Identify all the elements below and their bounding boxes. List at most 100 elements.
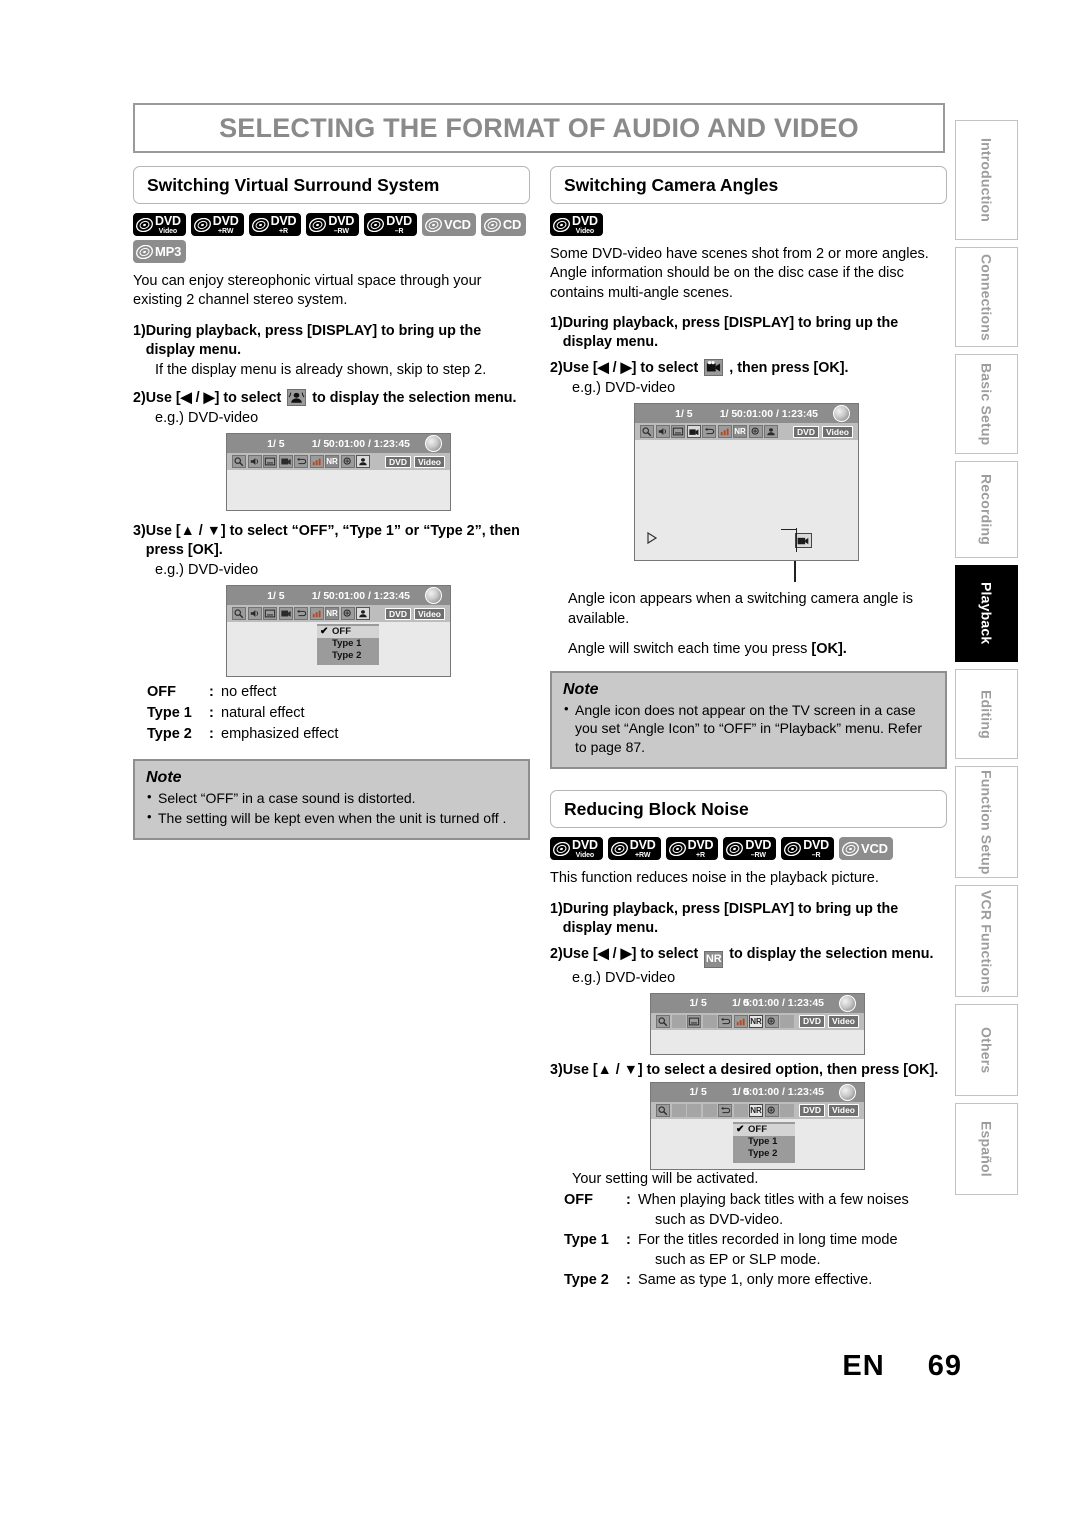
badge-dvd-plus-rw: DVD +RW — [190, 213, 244, 236]
screen-field-title: 1/ 5 — [267, 437, 285, 450]
screen-field-title: 1/ 5 — [267, 589, 285, 602]
angle-icon — [278, 607, 293, 621]
disc-icon — [193, 217, 211, 232]
tag-disc-format: Video — [828, 1104, 859, 1117]
definition-term: Type 2 — [564, 1272, 609, 1289]
screen-format-tags: DVD Video — [799, 1015, 859, 1028]
disabled-icon-slot — [671, 1014, 686, 1028]
tab-espanol[interactable]: Español — [955, 1103, 1018, 1195]
badge-top: DVD — [386, 213, 412, 228]
badge-top: DVD — [572, 837, 598, 852]
surround-definitions: OFF : no effect Type 1 : natural effect … — [147, 683, 530, 744]
badge-top: DVD — [745, 837, 772, 852]
disc-indicator-icon — [839, 1083, 856, 1101]
definition-term: OFF — [564, 1192, 593, 1209]
block-noise-step2-number: 2) — [550, 945, 563, 962]
tab-connections[interactable]: Connections — [955, 247, 1018, 347]
disc-icon — [367, 217, 385, 232]
screen-field-time: 0:01:00 / 1:23:45 — [328, 437, 410, 450]
noise-reduction-icon: NR — [749, 1103, 763, 1117]
screen-format-tags: DVD Video — [793, 425, 853, 439]
tag-disc-type: DVD — [385, 455, 411, 469]
check-icon: ✔ — [320, 626, 329, 638]
surround-step1-sub: If the display menu is already shown, sk… — [155, 361, 487, 378]
screen-field-chapter: 1/ 5 — [719, 407, 738, 420]
disc-indicator-icon — [425, 587, 442, 605]
badge-dvd-minus-rw: DVD –RW — [306, 213, 360, 236]
definition-colon: : — [209, 725, 214, 742]
zoom-icon — [748, 425, 763, 439]
definition-colon: : — [626, 1232, 631, 1249]
badge-dvd-plus-r: DVD +R — [665, 837, 719, 861]
definition-row: Type 2 : emphasized effect — [147, 725, 530, 745]
option-menu[interactable]: ✔ OFF Type 1 Type 2 — [733, 1121, 795, 1163]
zoom-icon — [340, 455, 355, 469]
badge-bottom: +R — [279, 227, 288, 235]
surround-step3-number: 3) — [133, 523, 146, 540]
disc-icon — [251, 217, 269, 232]
block-noise-step1-text: During playback, press [DISPLAY] to brin… — [562, 900, 899, 936]
tab-introduction[interactable]: Introduction — [955, 120, 1018, 240]
tab-basic-setup[interactable]: Basic Setup — [955, 354, 1018, 454]
disc-indicator-icon — [425, 435, 442, 453]
definition-desc-line1: For the titles recorded in long time mod… — [638, 1232, 898, 1249]
option-menu[interactable]: ✔ OFF Type 1 Type 2 — [317, 624, 379, 666]
noise-reduction-icon: NR — [704, 950, 724, 968]
screen-icon-row: NR DVD Video — [227, 453, 450, 471]
surround-intro: You can enjoy stereophonic virtual space… — [133, 273, 482, 309]
virtual-surround-icon — [356, 455, 370, 469]
badge-dvd-video: DVD Video — [550, 213, 603, 236]
option-item-type1[interactable]: Type 1 — [733, 1136, 795, 1148]
screen-field-time: 0:01:00 / 1:23:45 — [742, 997, 824, 1010]
tab-vcr-functions[interactable]: VCR Functions — [955, 885, 1018, 997]
screen-icon-row: NR DVD Video — [651, 1012, 864, 1030]
badge-top: DVD — [803, 837, 829, 852]
screen-status-bar: 1/ 5 1/ 5 0:01:00 / 1:23:45 — [651, 1082, 864, 1102]
option-item-type2[interactable]: Type 2 — [733, 1148, 795, 1160]
zoom-icon — [764, 1014, 779, 1028]
definition-desc: When playing back titles with a few nois… — [638, 1191, 947, 1230]
disc-icon — [784, 841, 802, 856]
virtual-surround-icon — [764, 425, 778, 439]
tab-others[interactable]: Others — [955, 1004, 1018, 1096]
badge-dvd-minus-r: DVD –R — [781, 837, 834, 861]
note-box-camera-angles: Note Angle icon does not appear on the T… — [550, 670, 947, 770]
option-item-off[interactable]: ✔ OFF — [733, 1123, 795, 1136]
tab-function-setup[interactable]: Function Setup — [955, 766, 1018, 878]
display-menu-mockup-block-noise-options: 1/ 5 1/ 5 0:01:00 / 1:23:45 NR DVD Video — [650, 1081, 865, 1170]
option-item-type2[interactable]: Type 2 — [317, 650, 379, 662]
section-heading-camera-angles: Switching Camera Angles — [550, 166, 947, 204]
disabled-icon-slot — [780, 1014, 794, 1028]
screen-field-title: 1/ 5 — [675, 407, 693, 420]
tab-playback[interactable]: Playback — [955, 565, 1018, 662]
badge-mp3: MP3 — [133, 240, 187, 263]
badge-top: DVD — [212, 213, 239, 228]
badge-bottom: +RW — [218, 227, 234, 235]
note-item: Angle icon does not appear on the TV scr… — [563, 700, 934, 757]
surround-step1-number: 1) — [133, 322, 146, 339]
tab-recording[interactable]: Recording — [955, 461, 1018, 558]
subtitle-icon — [671, 425, 685, 439]
badge-top: DVD — [572, 213, 598, 228]
page-title: SELECTING THE FORMAT OF AUDIO AND VIDEO — [219, 112, 859, 143]
badge-top: DVD — [629, 837, 656, 852]
tag-disc-type: DVD — [799, 1104, 825, 1117]
badge-vcd: VCD — [838, 837, 893, 861]
callout-leader-line — [795, 528, 797, 553]
virtual-surround-icon — [287, 388, 307, 406]
noise-reduction-icon: NR — [325, 455, 339, 469]
screen-body — [635, 440, 858, 560]
section-heading-camera-angles-label: Switching Camera Angles — [564, 174, 779, 195]
camera-angles-after2-b: [OK]. — [811, 641, 847, 658]
screen-format-tags: DVD Video — [385, 607, 445, 621]
option-item-type1[interactable]: Type 1 — [317, 638, 379, 650]
note-item: Select “OFF” in a case sound is distorte… — [146, 788, 517, 808]
badge-bottom: Video — [575, 851, 595, 859]
section-heading-block-noise: Reducing Block Noise — [550, 790, 947, 829]
disc-badges-surround: DVD Video DVD +RW DVD +R DVD –RW DVD –R … — [133, 213, 530, 263]
marker-icon — [309, 455, 324, 469]
disc-icon — [483, 217, 501, 232]
tab-editing[interactable]: Editing — [955, 669, 1018, 759]
disc-icon — [425, 217, 442, 232]
option-item-off[interactable]: ✔ OFF — [317, 626, 379, 639]
